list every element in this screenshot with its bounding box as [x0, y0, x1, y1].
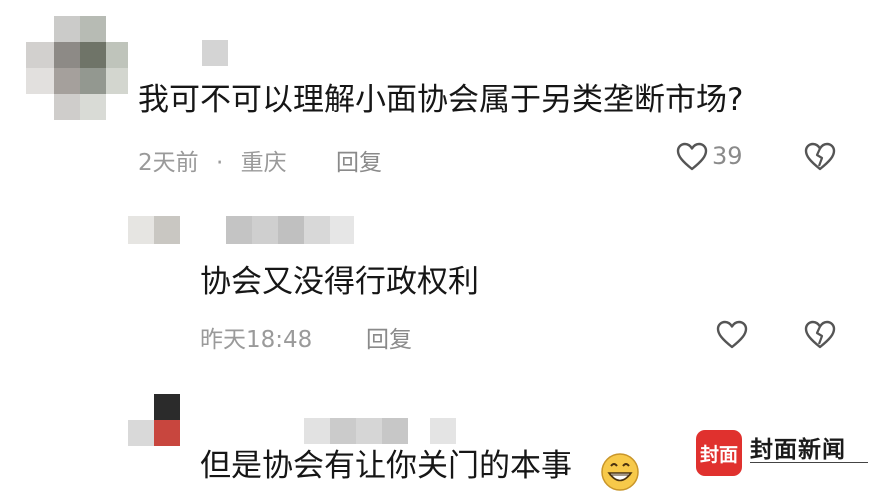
- avatar-blurred[interactable]: [26, 16, 128, 120]
- watermark-subline: [750, 462, 868, 473]
- watermark-title: 封面新闻: [750, 437, 846, 463]
- comment-time: 昨天18:48: [200, 327, 313, 353]
- broken-heart-icon[interactable]: [804, 142, 836, 172]
- broken-heart-icon[interactable]: [804, 320, 836, 350]
- reply-button[interactable]: 回复: [366, 320, 412, 354]
- watermark-logo: 封面 封面新闻: [690, 424, 876, 482]
- comment-text: 但是协会有让你关门的本事: [200, 448, 572, 484]
- comment-time: 2天前: [138, 150, 199, 176]
- grinning-emoji-icon: [601, 453, 639, 491]
- comment-text: 协会又没得行政权利: [200, 264, 479, 300]
- comment-location: 重庆: [240, 150, 287, 176]
- reply-button[interactable]: 回复: [336, 143, 382, 177]
- heart-outline-icon[interactable]: [716, 320, 748, 350]
- avatar-blurred[interactable]: [128, 216, 180, 244]
- heart-outline-icon[interactable]: [676, 142, 708, 172]
- comment-meta: 2天前 · 重庆: [138, 143, 287, 177]
- username-blurred[interactable]: [226, 216, 354, 244]
- meta-separator: ·: [215, 150, 224, 176]
- username-blurred[interactable]: [304, 418, 456, 444]
- username-blurred[interactable]: [202, 40, 228, 66]
- like-count: 39: [712, 142, 743, 170]
- watermark-badge: 封面: [696, 430, 742, 476]
- comment-text: 我可不可以理解小面协会属于另类垄断市场?: [138, 82, 744, 118]
- avatar-blurred[interactable]: [128, 394, 180, 446]
